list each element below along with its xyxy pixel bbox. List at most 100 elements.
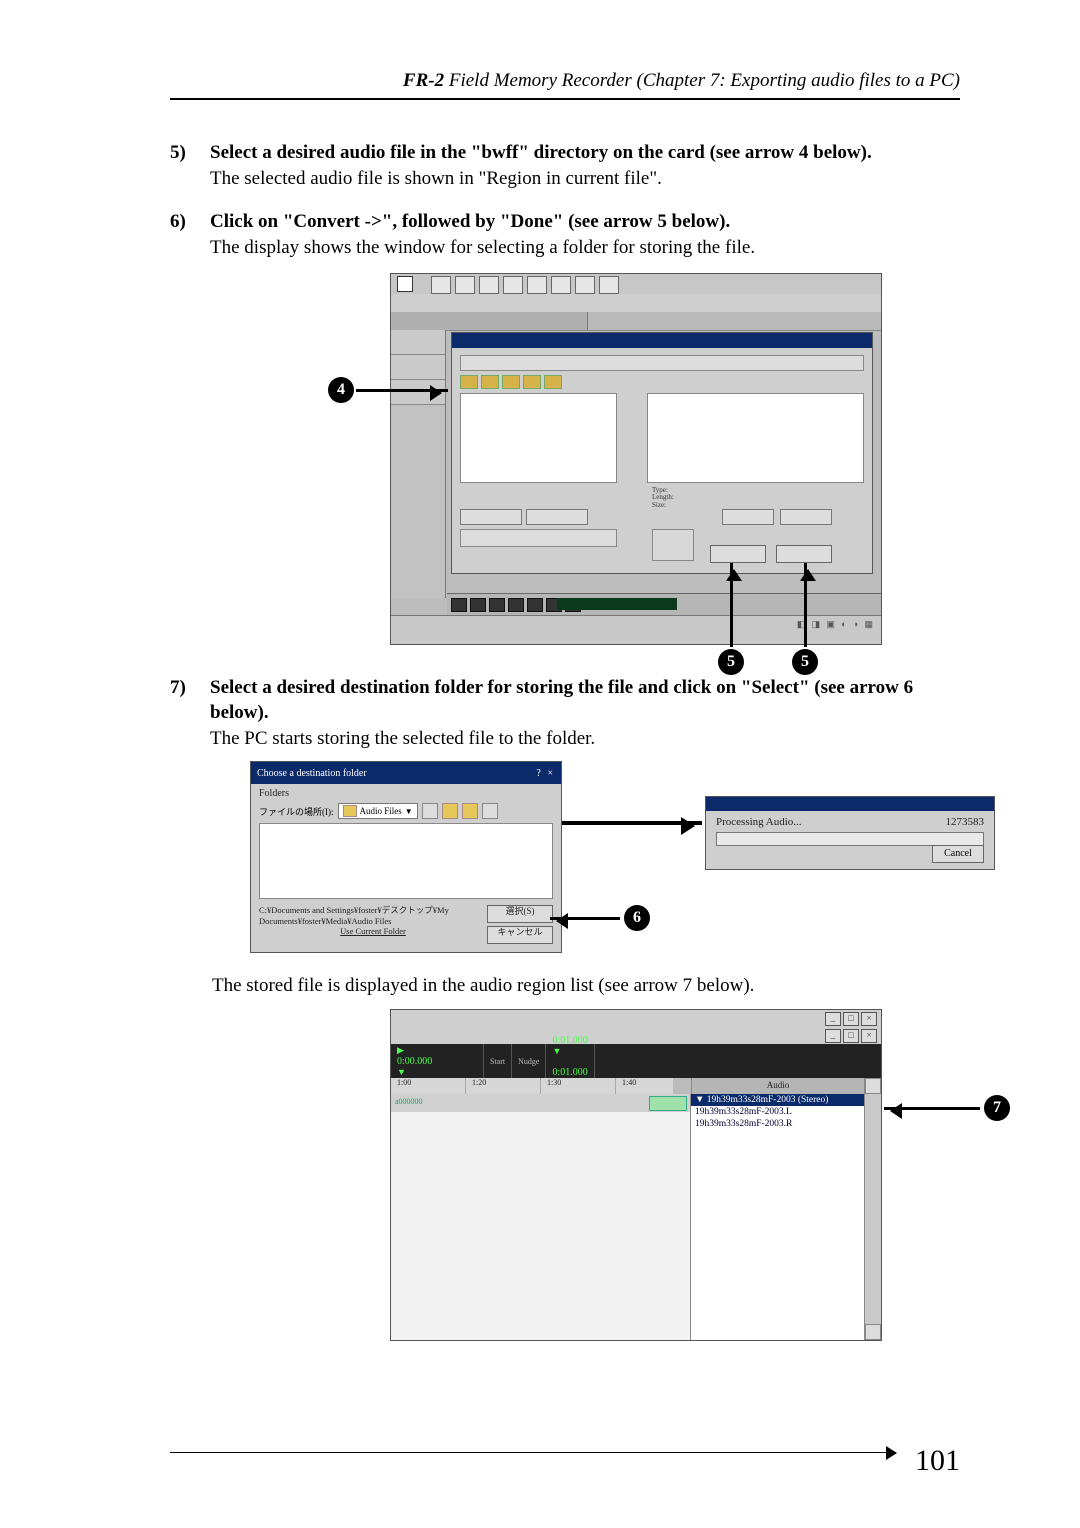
fig1-toolbar-1	[391, 274, 881, 295]
choose-folder-dialog: Choose a destination folder ? × Folders …	[250, 761, 562, 953]
step-6-desc: The display shows the window for selecti…	[210, 237, 755, 258]
readout-start-label: Start	[490, 1057, 505, 1066]
choose-folders-label: Folders	[251, 784, 561, 803]
fig1-btn-a	[460, 509, 522, 525]
arrow-6	[550, 917, 620, 920]
step-5: 5) Select a desired audio file in the "b…	[170, 140, 960, 191]
step-7-number: 7)	[170, 675, 210, 752]
arrow-5-right	[804, 563, 807, 647]
choose-nav-row: ファイルの場所(I): Audio Files ▼	[251, 803, 561, 819]
arrow-5-left	[730, 563, 733, 647]
menu-icon	[397, 276, 413, 292]
close-icon: ? ×	[536, 768, 555, 779]
readout-end: 0:01.000	[552, 1035, 587, 1046]
arrow-between-dialogs	[562, 821, 702, 825]
region-list-header: Audio	[691, 1078, 865, 1095]
nav-back-icon	[422, 803, 438, 819]
scroll-down-icon	[865, 1324, 881, 1340]
figure-2: Choose a destination folder ? × Folders …	[250, 761, 1010, 961]
header-title: Field Memory Recorder (Chapter 7: Export…	[444, 70, 960, 91]
track-label: a000000	[395, 1097, 423, 1106]
fig1-filename-field	[460, 529, 617, 547]
window-controls-outer: _□×	[825, 1012, 877, 1026]
fig1-info-text: Type:Length:Size:	[652, 487, 674, 510]
page-footer: 101	[170, 1438, 960, 1472]
page-number: 101	[915, 1444, 960, 1478]
arrow-7	[884, 1107, 980, 1110]
choose-folder-list	[259, 823, 553, 899]
step-5-number: 5)	[170, 140, 210, 191]
fig3-readout: ▶0:00.000 ▼ Start Nudge 0:01.000 ▼0:01.0…	[391, 1044, 881, 1078]
use-current-link: Use Current Folder	[259, 926, 487, 936]
readout-nudge-label: Nudge	[518, 1057, 539, 1066]
region-item: 19h39m33s28mF-2003.L	[691, 1106, 865, 1118]
status-icons: ◧ ◨ ▣ ◐ ◑ ▦	[797, 619, 875, 630]
step-7-desc: The PC starts storing the selected file …	[210, 728, 595, 749]
step-7-lead: Select a desired destination folder for …	[210, 677, 913, 724]
step-7: 7) Select a desired destination folder f…	[170, 675, 960, 752]
header-product: FR-2	[403, 70, 444, 91]
callout-7: 7	[984, 1095, 1010, 1121]
step-5-desc: The selected audio file is shown in "Reg…	[210, 168, 662, 189]
callout-5-left: 5	[718, 649, 744, 675]
fig3-track: a000000	[391, 1094, 691, 1113]
fig1-meters	[652, 529, 694, 561]
nav-new-icon	[462, 803, 478, 819]
window-controls-inner: _□×	[825, 1029, 877, 1043]
figure-1: Type:Length:Size: ◧ ◨ ▣ ◐ ◑ ▦ 4	[390, 273, 950, 645]
nav-label: ファイルの場所(I):	[259, 805, 334, 818]
select-button: 選択(S)	[487, 905, 553, 923]
fig1-btn-b	[526, 509, 588, 525]
step-6-number: 6)	[170, 209, 210, 260]
fig1-import-dialog: Type:Length:Size:	[451, 332, 873, 574]
region-item-selected: ▼ 19h39m33s28mF-2003 (Stereo)	[691, 1094, 865, 1106]
cancel-button-jp: キャンセル	[487, 926, 553, 944]
processing-titlebar	[706, 797, 994, 811]
region-scrollbar	[864, 1078, 881, 1340]
choose-footer: C:¥Documents and Settings¥foster¥デスクトップ¥…	[251, 903, 561, 946]
fig3-titlebar-inner: _□×	[391, 1028, 881, 1045]
fig1-toolbar-3	[391, 312, 881, 331]
fig1-toolbar-2	[391, 294, 881, 313]
step-6: 6) Click on "Convert ->", followed by "D…	[170, 209, 960, 260]
figure-3: _□× _□× ▶0:00.000 ▼ Start Nudge 0:01.000…	[390, 1009, 1030, 1341]
fig1-path-field	[460, 355, 864, 371]
fig1-status-bar: ◧ ◨ ▣ ◐ ◑ ▦	[391, 615, 881, 644]
processing-count: 1273583	[946, 816, 985, 828]
figure-1-window: Type:Length:Size: ◧ ◨ ▣ ◐ ◑ ▦	[390, 273, 882, 645]
fig1-dialog-title	[452, 333, 872, 348]
folder-icon	[343, 805, 357, 817]
step-6-lead: Click on "Convert ->", followed by "Done…	[210, 211, 730, 232]
step-5-lead: Select a desired audio file in the "bwff…	[210, 142, 872, 163]
fig1-left-column	[391, 330, 446, 598]
nav-up-icon	[442, 803, 458, 819]
figure-3-window: _□× _□× ▶0:00.000 ▼ Start Nudge 0:01.000…	[390, 1009, 882, 1341]
header-rule	[170, 98, 960, 100]
processing-label: Processing Audio...	[716, 816, 802, 828]
fig3-titlebar-outer: _□×	[391, 1010, 881, 1029]
fig1-region-list	[647, 393, 864, 483]
fig1-tool-buttons	[431, 276, 619, 294]
folder-combo: Audio Files ▼	[338, 803, 418, 819]
callout-4: 4	[328, 377, 354, 403]
readout-main: 0:00.000	[397, 1056, 477, 1067]
track-clip	[649, 1096, 687, 1111]
region-item: 19h39m33s28mF-2003.R	[691, 1118, 865, 1130]
fig1-btn-c	[722, 509, 774, 525]
cancel-button: Cancel	[932, 845, 984, 863]
fig1-chip-icons	[460, 375, 562, 387]
processing-dialog: Processing Audio... 1273583 Cancel	[705, 796, 995, 870]
scroll-up-icon	[865, 1078, 881, 1094]
fig1-btn-d	[780, 509, 832, 525]
region-list: ▼ 19h39m33s28mF-2003 (Stereo) 19h39m33s2…	[690, 1094, 865, 1340]
choose-path-1: C:¥Documents and Settings¥foster¥デスクトップ¥…	[259, 905, 487, 915]
progress-bar	[716, 832, 984, 846]
choose-path-2: Documents¥foster¥Media¥Audio Files	[259, 916, 487, 926]
arrow-4	[356, 389, 448, 392]
readout-len: 0:01.000	[552, 1067, 587, 1078]
transport-time	[557, 598, 677, 610]
page-header: FR-2 Field Memory Recorder (Chapter 7: E…	[170, 70, 960, 92]
stored-file-text: The stored file is displayed in the audi…	[212, 975, 960, 997]
nav-view-icon	[482, 803, 498, 819]
chevron-down-icon: ▼	[405, 807, 413, 816]
